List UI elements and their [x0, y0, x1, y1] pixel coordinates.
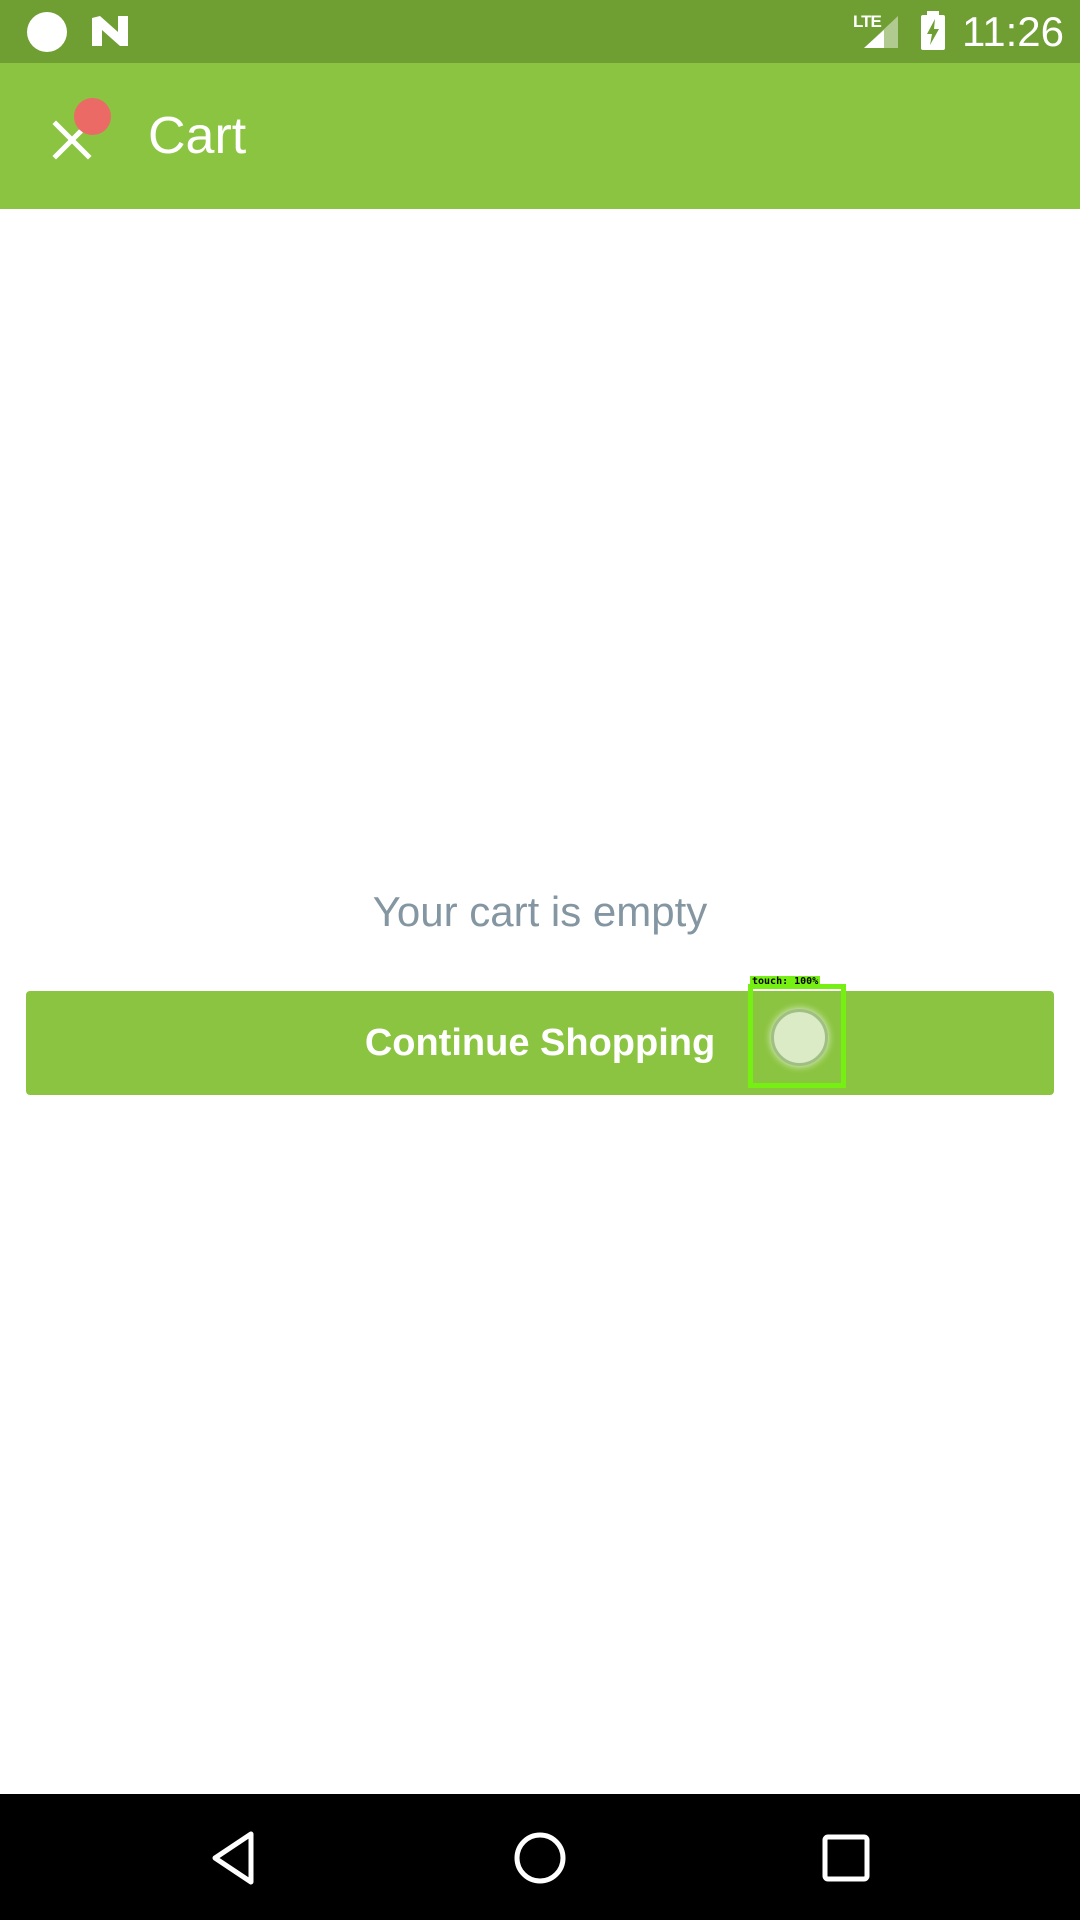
touch-label: touch: 100%: [750, 976, 821, 988]
back-icon[interactable]: [207, 1830, 263, 1886]
navigation-bar: [0, 1794, 1080, 1920]
signal-icon: [864, 16, 898, 48]
touch-point-indicator: [771, 1009, 828, 1066]
notification-badge: [74, 98, 111, 135]
home-icon[interactable]: [512, 1830, 568, 1886]
continue-shopping-label: Continue Shopping: [364, 1022, 716, 1064]
recents-icon[interactable]: [818, 1830, 874, 1886]
page-title: Cart: [148, 107, 247, 165]
battery-charging-icon: [921, 11, 945, 50]
app-bar: Cart: [0, 63, 1080, 209]
circle-icon: [27, 12, 67, 52]
close-button[interactable]: [30, 98, 116, 174]
status-bar: LTE 11:26: [0, 0, 1080, 63]
continue-shopping-button[interactable]: Continue Shopping: [26, 991, 1054, 1095]
empty-cart-message: Your cart is empty: [372, 888, 708, 935]
n-icon: [92, 16, 128, 46]
status-time: 11:26: [962, 8, 1064, 55]
